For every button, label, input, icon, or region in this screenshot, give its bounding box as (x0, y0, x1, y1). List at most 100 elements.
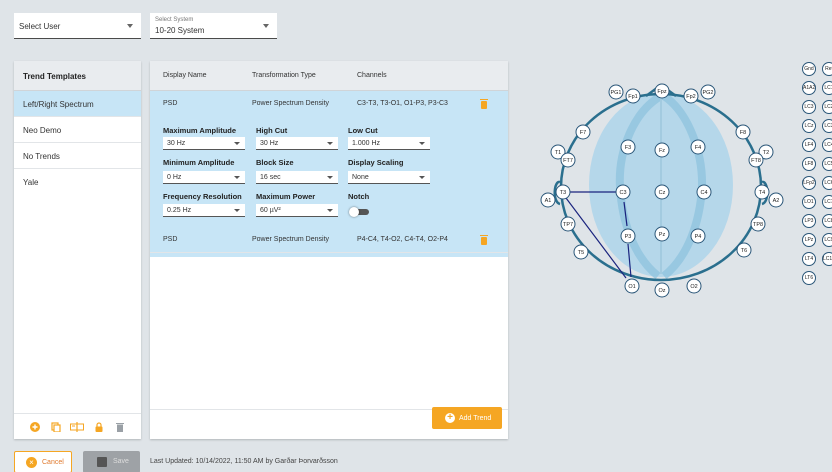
add-trend-button[interactable]: + Add Trend (432, 407, 502, 429)
template-toolbar (14, 413, 141, 439)
electrode-FT8: FT8 (748, 152, 764, 168)
svg-text:C3: C3 (619, 190, 626, 196)
electrode-T5: T5 (573, 244, 589, 260)
user-select-value: Select User (19, 22, 61, 31)
chevron-down-icon (127, 23, 133, 28)
electrode-T4: T4 (754, 184, 770, 200)
svg-text:T6: T6 (741, 248, 747, 254)
svg-text:P4: P4 (695, 234, 702, 240)
channel-chip[interactable]: A1A2 (802, 81, 816, 95)
channel-chip[interactable]: LC10 (822, 252, 832, 266)
add-icon[interactable] (30, 422, 40, 432)
channel-chip[interactable]: Ref (822, 62, 832, 76)
block-size-label: Block Size (256, 158, 294, 167)
channel-chip[interactable]: LC7 (822, 195, 832, 209)
svg-text:Oz: Oz (658, 288, 665, 294)
template-item[interactable]: No Trends (14, 143, 141, 169)
template-item[interactable]: Yale (14, 169, 141, 195)
channel-chip[interactable]: LCz (802, 119, 816, 133)
svg-text:A1: A1 (545, 198, 552, 204)
electrode-FT7: FT7 (560, 152, 576, 168)
electrode-Fpz: Fpz (654, 83, 670, 99)
table-row[interactable]: PSD Power Spectrum Density C3-T3, T3-O1,… (150, 91, 508, 117)
system-select-label: Select System (155, 17, 194, 23)
row-channels: P4-C4, T4-O2, C4-T4, O2-P4 (357, 236, 448, 243)
trash-icon[interactable] (480, 99, 488, 109)
frequency-resolution-select[interactable]: 0.25 Hz (163, 204, 245, 217)
chevron-down-icon (327, 176, 333, 179)
channel-chip[interactable]: LP3 (802, 214, 816, 228)
block-size-select[interactable]: 16 sec (256, 171, 338, 184)
electrode-T3: T3 (555, 184, 571, 200)
electrode-head-map: PG1 Fp1 Fpz Fp2 PG2 F7 F8 F3 Fz F4 T1 FT… (540, 83, 784, 298)
svg-text:Pz: Pz (659, 232, 666, 238)
system-select-value: 10-20 System (155, 26, 205, 35)
min-amplitude-label: Minimum Amplitude (163, 158, 235, 167)
col-display-name: Display Name (163, 72, 207, 79)
channel-chip[interactable]: LC2 (822, 100, 832, 114)
delete-icon[interactable] (115, 422, 125, 432)
svg-text:Fz: Fz (659, 148, 665, 154)
copy-icon[interactable] (51, 422, 61, 432)
channel-chip[interactable]: LC3 (822, 119, 832, 133)
chevron-down-icon (419, 176, 425, 179)
channel-chip[interactable]: LPz (802, 233, 816, 247)
display-scaling-select[interactable]: None (348, 171, 430, 184)
svg-text:T3: T3 (560, 190, 566, 196)
svg-text:Fp1: Fp1 (628, 94, 637, 100)
channel-chip[interactable]: LC9 (822, 233, 832, 247)
channel-chip[interactable]: LT6 (802, 271, 816, 285)
user-select[interactable]: Select User (14, 13, 141, 39)
channel-chip[interactable]: LF8 (802, 157, 816, 171)
save-button[interactable]: Save (83, 451, 140, 472)
lock-icon[interactable] (94, 422, 104, 432)
channel-chip[interactable]: LT4 (802, 252, 816, 266)
low-cut-label: Low Cut (348, 126, 378, 135)
svg-text:P3: P3 (625, 234, 632, 240)
svg-text:F3: F3 (625, 145, 631, 151)
low-cut-select[interactable]: 1.000 Hz (348, 137, 430, 150)
min-amplitude-select[interactable]: 0 Hz (163, 171, 245, 184)
template-item[interactable]: Neo Demo (14, 117, 141, 143)
channel-chip[interactable]: LFp2 (802, 176, 816, 190)
channel-chip[interactable]: LC5 (822, 157, 832, 171)
template-item[interactable]: Left/Right Spectrum (14, 91, 141, 117)
chevron-down-icon (234, 142, 240, 145)
max-amplitude-select[interactable]: 30 Hz (163, 137, 245, 150)
electrode-P4: P4 (690, 228, 706, 244)
trash-icon[interactable] (480, 235, 488, 245)
max-power-select[interactable]: 60 µV² (256, 204, 338, 217)
electrode-C3: C3 (615, 184, 631, 200)
electrode-P3: P3 (620, 228, 636, 244)
electrode-O1: O1 (624, 278, 640, 294)
channel-chip[interactable]: LO1 (802, 195, 816, 209)
channel-chip[interactable]: LC4 (822, 138, 832, 152)
chevron-down-icon (234, 176, 240, 179)
system-select[interactable]: Select System 10-20 System (150, 13, 277, 39)
svg-text:TP7: TP7 (563, 222, 573, 228)
channel-chip[interactable]: LC3 (802, 100, 816, 114)
electrode-Fp1: Fp1 (625, 88, 641, 104)
chevron-down-icon (419, 142, 425, 145)
channel-chip[interactable]: LC6 (822, 176, 832, 190)
table-row[interactable]: PSD Power Spectrum Density P4-C4, T4-O2,… (150, 227, 508, 253)
channel-chip[interactable]: LF4 (802, 138, 816, 152)
plus-icon: + (445, 413, 455, 423)
notch-toggle[interactable] (349, 207, 369, 217)
electrode-Pz: Pz (654, 226, 670, 242)
cancel-button[interactable]: × Cancel (14, 451, 72, 472)
channel-chip[interactable]: Gnd (802, 62, 816, 76)
trend-templates-panel: Trend Templates Left/Right Spectrum Neo … (14, 61, 141, 439)
channel-chip[interactable]: LC1 (822, 81, 832, 95)
row-display-name: PSD (163, 100, 178, 107)
rename-icon[interactable] (70, 422, 84, 432)
electrode-Fp2: Fp2 (683, 88, 699, 104)
svg-text:FT7: FT7 (563, 158, 573, 164)
high-cut-select[interactable]: 30 Hz (256, 137, 338, 150)
channel-chip[interactable]: LC8 (822, 214, 832, 228)
save-icon (97, 457, 107, 467)
max-amplitude-label: Maximum Amplitude (163, 126, 237, 135)
electrode-T6: T6 (736, 242, 752, 258)
electrode-Fz: Fz (654, 142, 670, 158)
svg-text:T1: T1 (555, 150, 561, 156)
